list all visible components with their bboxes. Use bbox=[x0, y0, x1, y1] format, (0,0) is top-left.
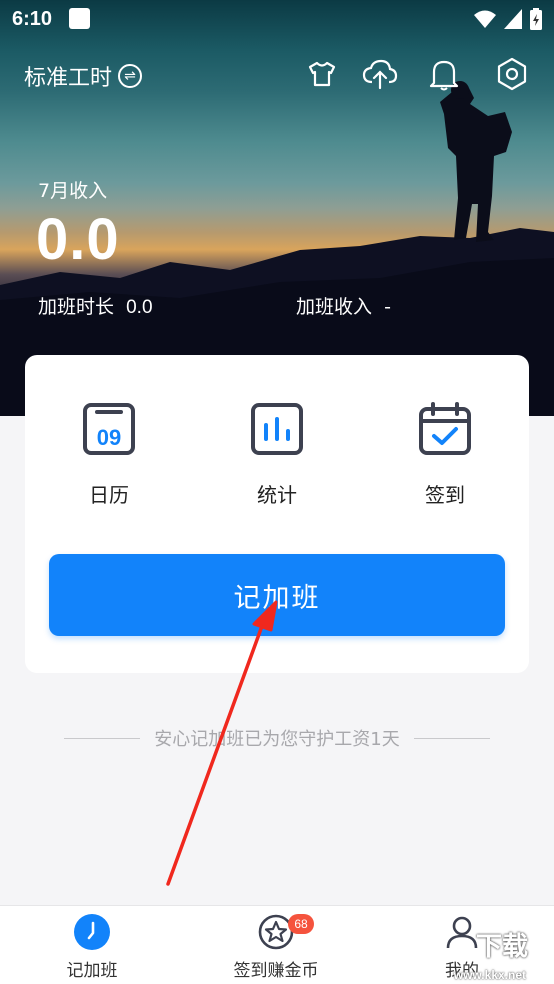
tab-check-in-coins[interactable]: 68 签到赚金币 bbox=[206, 914, 346, 981]
tshirt-skin-button[interactable] bbox=[304, 56, 340, 92]
settings-hexagon-icon bbox=[497, 57, 527, 91]
ot-hours-value: 0.0 bbox=[126, 297, 153, 318]
watermark-url: www.kkx.net bbox=[453, 968, 526, 982]
divider-left bbox=[64, 737, 141, 739]
cloud-backup-button[interactable] bbox=[362, 56, 398, 92]
ot-hours-label: 加班时长 bbox=[38, 296, 115, 318]
ot-income-value: - bbox=[384, 296, 391, 318]
statistics-label: 统计 bbox=[257, 483, 297, 507]
ot-hours: 加班时长 0.0 bbox=[38, 292, 153, 319]
work-mode-title: 标准工时 bbox=[24, 66, 113, 91]
status-icons bbox=[474, 8, 542, 30]
watermark-logo-text: 下载 bbox=[476, 932, 529, 962]
check-in-button[interactable]: 签到 bbox=[385, 401, 505, 508]
notification-icon bbox=[69, 8, 90, 29]
calendar-date-text: 09 bbox=[97, 425, 121, 450]
clock-icon bbox=[74, 914, 110, 950]
notifications-button[interactable] bbox=[426, 56, 462, 92]
check-in-icon bbox=[419, 402, 471, 455]
work-mode-selector[interactable]: 标准工时 ⇌ bbox=[24, 60, 143, 92]
tab-check-in-coins-label: 签到赚金币 bbox=[233, 961, 319, 981]
tab-record-overtime-label: 记加班 bbox=[66, 961, 118, 981]
ot-income-label: 加班收入 bbox=[296, 296, 373, 318]
settings-button[interactable] bbox=[494, 56, 530, 92]
calendar-label: 日历 bbox=[89, 483, 129, 507]
check-in-label: 签到 bbox=[425, 483, 465, 507]
divider-right bbox=[413, 737, 491, 739]
battery-icon bbox=[530, 8, 542, 30]
guard-text: 安心记加班已为您守护工资1天 bbox=[154, 729, 400, 750]
record-overtime-button[interactable]: 记加班 bbox=[49, 554, 505, 636]
wifi-icon bbox=[474, 10, 496, 28]
month-income-label: 7月收入 bbox=[38, 180, 108, 202]
month-income-value: 0.0 bbox=[36, 207, 120, 272]
status-time: 6:10 bbox=[12, 8, 53, 30]
site-watermark: 下载 www.kkx.net bbox=[436, 918, 554, 984]
switch-icon: ⇌ bbox=[118, 64, 143, 88]
guard-message: 安心记加班已为您守护工资1天 bbox=[64, 724, 491, 752]
tab-record-overtime[interactable]: 记加班 bbox=[22, 914, 162, 981]
top-header: 标准工时 ⇌ bbox=[0, 52, 554, 96]
signal-icon bbox=[504, 9, 522, 29]
cloud-upload-icon bbox=[362, 59, 398, 90]
ot-income: 加班收入 - bbox=[296, 292, 391, 319]
calendar-date-icon: 09 bbox=[83, 403, 135, 455]
statistics-icon bbox=[251, 403, 303, 455]
statistics-button[interactable]: 统计 bbox=[217, 401, 337, 508]
coins-badge: 68 bbox=[288, 914, 314, 934]
tshirt-icon bbox=[308, 61, 336, 87]
bell-icon bbox=[429, 60, 459, 91]
action-card: 09 日历 统计 签到 记加班 bbox=[25, 355, 529, 673]
calendar-button[interactable]: 09 日历 bbox=[49, 401, 169, 508]
status-bar: 6:10 bbox=[0, 0, 554, 40]
